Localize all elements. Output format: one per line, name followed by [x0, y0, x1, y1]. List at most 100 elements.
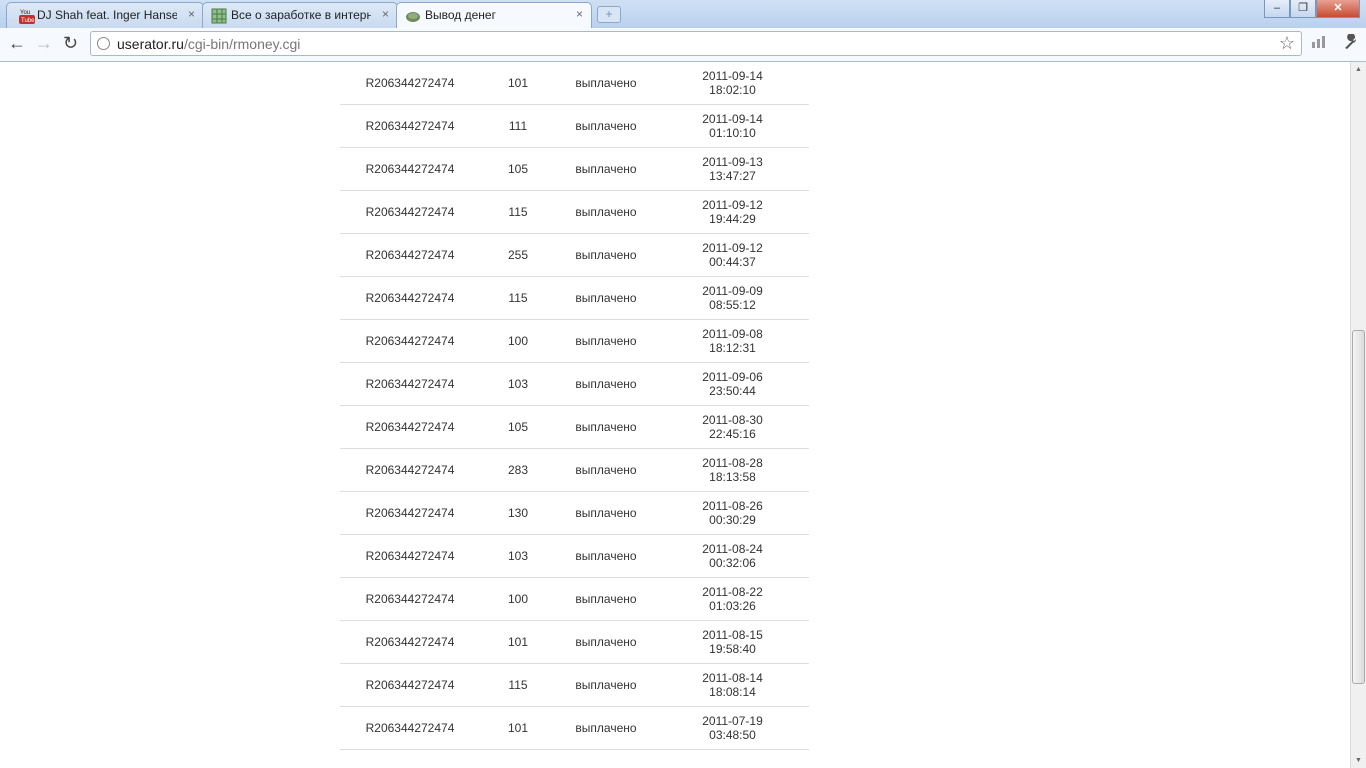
status-cell: выплачено [556, 448, 656, 492]
amount-cell: 130 [480, 491, 556, 535]
amount-cell: 115 [480, 190, 556, 234]
table-row: R206344272474 100 выплачено 2011-08-22 01:03… [340, 577, 809, 621]
date-text: 2011-08-26 [702, 499, 763, 513]
purse-cell: R206344272474 [340, 620, 480, 664]
page-content: R206344272474 101 выплачено 2011-09-14 18:02… [0, 62, 1350, 768]
amount-cell: 105 [480, 405, 556, 449]
datetime-cell: 2011-08-30 22:45:16 [656, 405, 809, 449]
table-row: R206344272474 100 выплачено 2011-09-08 18:12… [340, 319, 809, 363]
new-tab-button[interactable]: + [597, 6, 621, 23]
svg-text:You: You [20, 10, 30, 16]
date-text: 2011-08-14 [702, 671, 763, 685]
maximize-button[interactable]: ❐ [1290, 0, 1316, 18]
purse-cell: R206344272474 [340, 706, 480, 750]
status-cell: выплачено [556, 233, 656, 277]
wrench-icon[interactable] [1342, 34, 1360, 50]
time-text: 18:12:31 [709, 341, 756, 355]
table-row: R206344272474 115 выплачено 2011-09-09 08:55… [340, 276, 809, 320]
purse-cell: R206344272474 [340, 663, 480, 707]
forward-icon[interactable]: → [35, 33, 53, 54]
purse-cell: R206344272474 [340, 491, 480, 535]
time-text: 18:02:10 [709, 83, 756, 97]
date-text: 2011-08-30 [702, 413, 763, 427]
date-text: 2011-08-28 [702, 456, 763, 470]
scrollbar-thumb[interactable] [1352, 330, 1365, 684]
address-bar[interactable]: userator.ru/cgi-bin/rmoney.cgi ☆ [90, 31, 1302, 56]
table-row: R206344272474 105 выплачено 2011-09-13 13:47… [340, 147, 809, 191]
amount-cell: 115 [480, 663, 556, 707]
datetime-cell: 2011-07-19 03:48:50 [656, 706, 809, 750]
date-text: 2011-08-24 [702, 542, 763, 556]
status-cell: выплачено [556, 319, 656, 363]
date-text: 2011-09-08 [702, 327, 763, 341]
datetime-cell: 2011-09-13 13:47:27 [656, 147, 809, 191]
time-text: 00:30:29 [709, 513, 756, 527]
time-text: 23:50:44 [709, 384, 756, 398]
table-row: R206344272474 103 выплачено 2011-08-24 00:32… [340, 534, 809, 578]
time-text: 19:44:29 [709, 212, 756, 226]
time-text: 01:10:10 [709, 126, 756, 140]
amount-cell: 105 [480, 147, 556, 191]
time-text: 18:13:58 [709, 470, 756, 484]
purse-cell: R206344272474 [340, 577, 480, 621]
bookmark-star-icon[interactable]: ☆ [1279, 33, 1295, 54]
scroll-down-arrow-icon[interactable]: ▼ [1355, 757, 1362, 764]
table-row: R206344272474 101 выплачено 2011-09-14 18:02… [340, 62, 809, 105]
purse-cell: R206344272474 [340, 319, 480, 363]
purse-cell: R206344272474 [340, 233, 480, 277]
datetime-cell: 2011-08-26 00:30:29 [656, 491, 809, 535]
datetime-cell: 2011-09-09 08:55:12 [656, 276, 809, 320]
time-text: 18:08:14 [709, 685, 756, 699]
purse-cell: R206344272474 [340, 448, 480, 492]
time-text: 01:03:26 [709, 599, 756, 613]
close-tab-icon[interactable]: × [576, 7, 583, 21]
close-tab-icon[interactable]: × [188, 7, 195, 21]
amount-cell: 103 [480, 362, 556, 406]
datetime-cell: 2011-09-14 01:10:10 [656, 104, 809, 148]
purse-cell: R206344272474 [340, 276, 480, 320]
payouts-table: R206344272474 101 выплачено 2011-09-14 18:02… [340, 62, 809, 750]
grid-favicon-icon [211, 8, 227, 24]
status-cell: выплачено [556, 104, 656, 148]
status-cell: выплачено [556, 663, 656, 707]
amount-cell: 115 [480, 276, 556, 320]
tab-withdraw[interactable]: Вывод денег × [396, 2, 592, 28]
time-text: 22:45:16 [709, 427, 756, 441]
status-cell: выплачено [556, 190, 656, 234]
tab-earnings[interactable]: Все о заработке в интерне × [202, 2, 398, 28]
table-row: R206344272474 111 выплачено 2011-09-14 01:10… [340, 104, 809, 148]
table-row: R206344272474 115 выплачено 2011-08-14 18:08… [340, 663, 809, 707]
purse-cell: R206344272474 [340, 405, 480, 449]
time-text: 03:48:50 [709, 728, 756, 742]
date-text: 2011-08-22 [702, 585, 763, 599]
scroll-up-arrow-icon[interactable]: ▲ [1355, 66, 1362, 73]
table-row: R206344272474 283 выплачено 2011-08-28 18:13… [340, 448, 809, 492]
minimize-button[interactable]: – [1264, 0, 1290, 18]
status-cell: выплачено [556, 620, 656, 664]
amount-cell: 283 [480, 448, 556, 492]
time-text: 00:32:06 [709, 556, 756, 570]
reload-icon[interactable]: ↻ [63, 33, 78, 54]
status-cell: выплачено [556, 577, 656, 621]
url-domain: userator.ru [117, 36, 184, 52]
date-text: 2011-09-12 [702, 198, 763, 212]
status-cell: выплачено [556, 147, 656, 191]
close-tab-icon[interactable]: × [382, 7, 389, 21]
vertical-scrollbar[interactable]: ▲ ▼ [1350, 62, 1366, 768]
amount-cell: 100 [480, 319, 556, 363]
amount-cell: 101 [480, 62, 556, 105]
date-text: 2011-09-14 [702, 112, 763, 126]
page-stats-icon[interactable] [1311, 34, 1327, 48]
url-text[interactable]: userator.ru/cgi-bin/rmoney.cgi [117, 36, 300, 52]
time-text: 00:44:37 [709, 255, 756, 269]
globe-icon [97, 37, 110, 50]
tab-youtube[interactable]: You Tube DJ Shah feat. Inger Hansen × [6, 2, 204, 28]
table-row: R206344272474 255 выплачено 2011-09-12 00:44… [340, 233, 809, 277]
amount-cell: 103 [480, 534, 556, 578]
time-text: 19:58:40 [709, 642, 756, 656]
back-icon[interactable]: ← [8, 33, 26, 54]
close-window-button[interactable]: ✕ [1316, 0, 1360, 18]
amount-cell: 100 [480, 577, 556, 621]
status-cell: выплачено [556, 491, 656, 535]
table-row: R206344272474 101 выплачено 2011-08-15 19:58… [340, 620, 809, 664]
